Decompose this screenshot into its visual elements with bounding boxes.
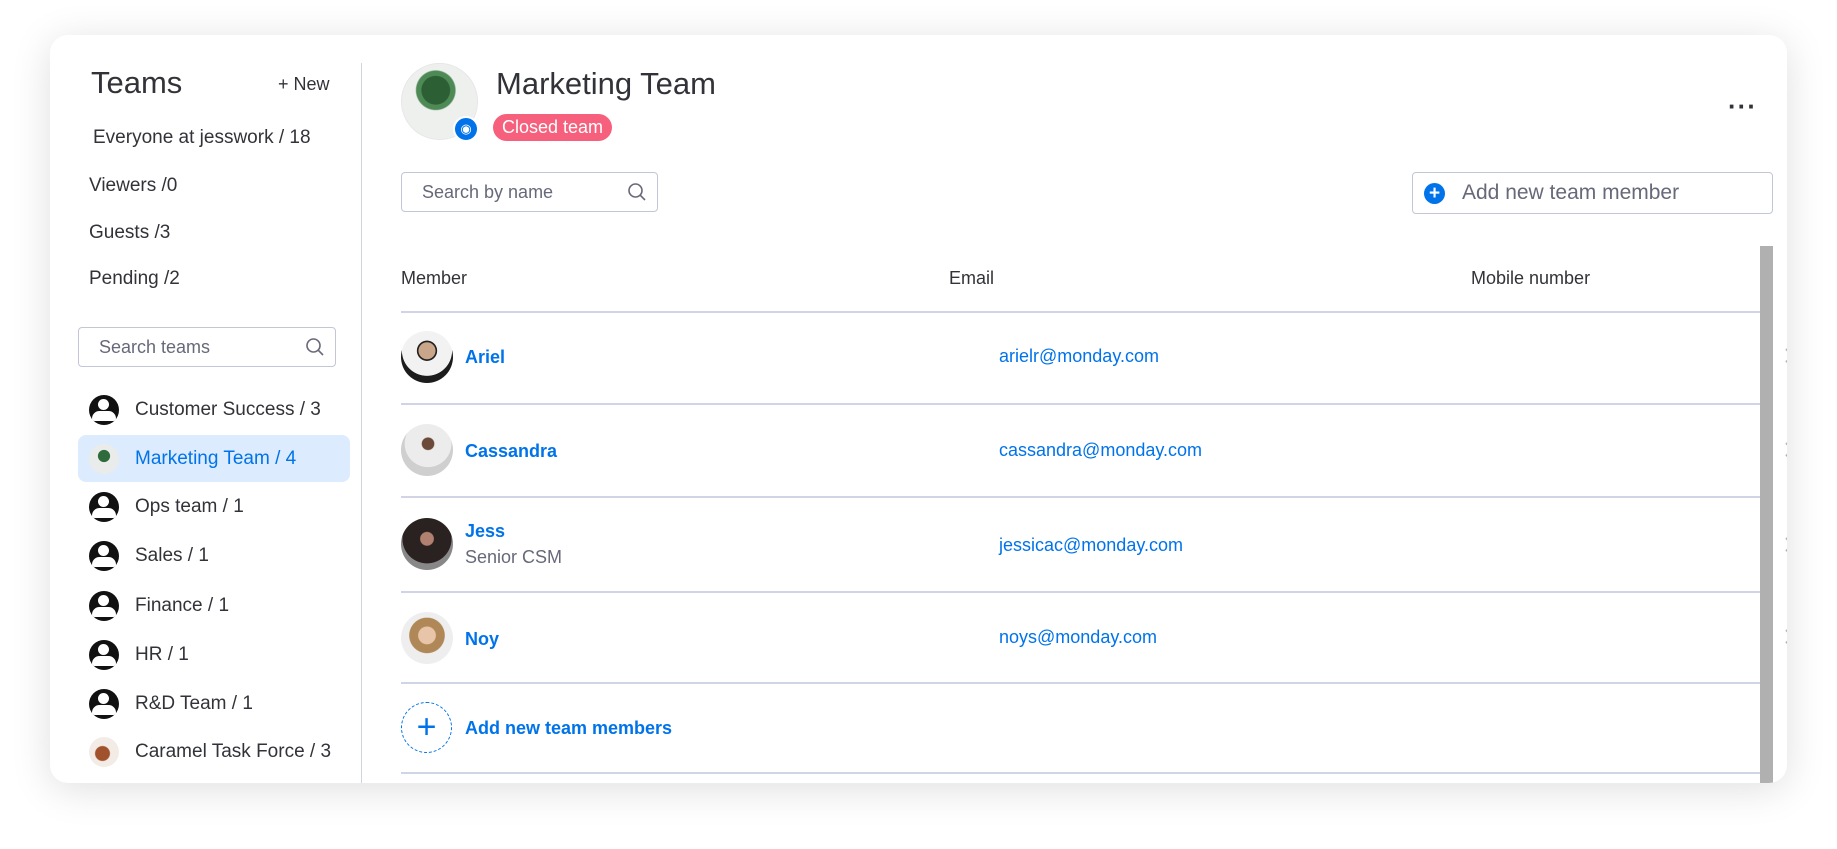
team-count: 1	[218, 594, 230, 616]
search-icon	[306, 338, 324, 356]
people-icon	[89, 394, 119, 425]
team-item-sales[interactable]: Sales / 1	[78, 532, 350, 579]
nav-count: 0	[166, 175, 178, 196]
page-title: Marketing Team	[496, 66, 716, 101]
member-email[interactable]: noys@monday.com	[999, 627, 1157, 648]
close-icon[interactable]: ✕	[1782, 532, 1787, 558]
column-header-member: Member	[401, 268, 468, 288]
avatar	[401, 612, 453, 664]
team-label: Caramel Task Force /	[135, 740, 316, 762]
nav-label: Pending /	[89, 268, 170, 289]
member-email[interactable]: jessicac@monday.com	[999, 535, 1183, 556]
team-item-customer-success[interactable]: Customer Success / 3	[78, 386, 350, 433]
team-count: 3	[310, 398, 321, 420]
nav-count: 3	[159, 222, 171, 243]
team-count: 1	[233, 495, 244, 517]
search-teams-field[interactable]	[78, 327, 336, 367]
team-item-hr[interactable]: HR / 1	[78, 631, 350, 678]
close-icon[interactable]: ✕	[1782, 624, 1787, 650]
member-name[interactable]: Cassandra	[465, 441, 557, 462]
add-members-row[interactable]: + Add new team members	[401, 684, 1760, 774]
table-row: Jess Senior CSM jessicac@monday.com ✕	[401, 498, 1787, 588]
sidebar-divider	[361, 63, 362, 783]
team-label: Customer Success /	[135, 398, 305, 420]
team-item-finance[interactable]: Finance / 1	[78, 582, 350, 629]
team-item-marketing-team[interactable]: Marketing Team / 4	[78, 435, 350, 482]
plant-avatar-icon	[89, 443, 119, 474]
divider	[401, 772, 1760, 774]
close-icon[interactable]: ✕	[1782, 343, 1787, 369]
caramel-avatar-icon	[89, 736, 119, 767]
table-row: Noy noys@monday.com ✕	[401, 593, 1787, 683]
team-count: 1	[178, 643, 189, 665]
sidebar-title: Teams	[91, 65, 183, 100]
search-teams-input[interactable]	[99, 328, 291, 366]
column-header-email: Email	[949, 268, 995, 288]
team-label: Ops team /	[135, 495, 228, 517]
member-name[interactable]: Noy	[465, 629, 499, 650]
avatar	[401, 424, 453, 476]
add-plus-icon[interactable]: +	[401, 702, 452, 753]
nav-viewers[interactable]: Viewers /0	[89, 175, 177, 197]
new-team-button[interactable]: + New	[278, 74, 330, 95]
member-name[interactable]: Jess	[465, 521, 505, 542]
more-dots-icon[interactable]: ···	[1728, 91, 1757, 122]
member-email[interactable]: cassandra@monday.com	[999, 440, 1202, 461]
plus-circle-icon: +	[1424, 182, 1445, 204]
people-icon	[89, 540, 119, 571]
team-count: 4	[285, 447, 297, 469]
nav-count: 18	[289, 127, 311, 148]
add-member-placeholder: Add new team member	[1462, 181, 1680, 204]
team-count: 3	[320, 740, 332, 762]
camera-icon[interactable]: ◉	[453, 116, 479, 142]
close-icon[interactable]: ✕	[1782, 437, 1787, 463]
people-icon	[89, 639, 119, 670]
member-title: Senior CSM	[465, 547, 563, 567]
team-item-ops-team[interactable]: Ops team / 1	[78, 483, 350, 530]
team-item-caramel-task-force[interactable]: Caramel Task Force / 3	[78, 728, 350, 775]
people-icon	[89, 491, 119, 522]
team-label: R&D Team /	[135, 692, 238, 714]
search-members-field[interactable]	[401, 172, 658, 212]
people-icon	[89, 688, 119, 719]
table-row: Ariel arielr@monday.com ✕	[401, 313, 1787, 403]
column-header-mobile: Mobile number	[1471, 268, 1591, 288]
nav-label: Everyone at jesswork /	[93, 127, 290, 148]
avatar	[401, 331, 453, 383]
add-new-team-members-link[interactable]: Add new team members	[465, 718, 672, 739]
people-icon	[89, 590, 119, 621]
team-count: 1	[198, 544, 209, 566]
nav-label: Guests /	[89, 222, 160, 243]
status-badge: Closed team	[493, 114, 613, 141]
search-icon	[628, 183, 646, 201]
member-name[interactable]: Ariel	[465, 347, 505, 368]
nav-pending[interactable]: Pending /2	[89, 268, 180, 290]
nav-label: Viewers /	[89, 175, 167, 196]
avatar	[401, 518, 453, 570]
team-label: Marketing Team /	[135, 447, 281, 469]
team-count: 1	[242, 692, 253, 714]
team-label: HR /	[135, 643, 173, 665]
table-row: Cassandra cassandra@monday.com ✕	[401, 405, 1787, 495]
member-email[interactable]: arielr@monday.com	[999, 346, 1159, 367]
nav-guests[interactable]: Guests /3	[89, 222, 170, 244]
add-team-member-input[interactable]: + Add new team member	[1412, 172, 1773, 214]
team-label: Sales /	[135, 544, 194, 566]
scrollbar[interactable]	[1760, 246, 1773, 783]
nav-everyone[interactable]: Everyone at jesswork / 18	[93, 127, 311, 149]
teams-panel: Teams + New Everyone at jesswork / 18 Vi…	[50, 35, 1787, 783]
team-label: Finance /	[135, 594, 214, 616]
nav-count: 2	[169, 268, 180, 289]
team-item-rd-team[interactable]: R&D Team / 1	[78, 680, 350, 727]
search-members-input[interactable]	[422, 173, 614, 211]
